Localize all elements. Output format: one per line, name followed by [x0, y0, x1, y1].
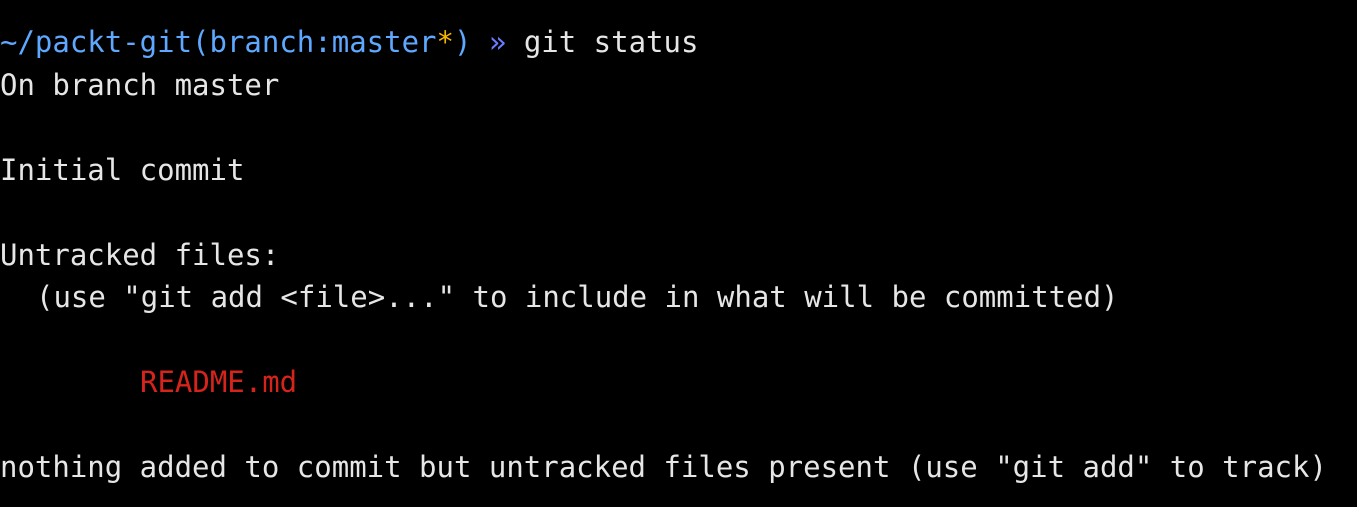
- output-line-branch: On branch master: [0, 67, 280, 102]
- output-line-initial-commit: Initial commit: [0, 152, 245, 187]
- prompt-separator-line: - - - - - - - - - - - - - - - - - - - - …: [0, 0, 1050, 12]
- prompt-line: ~/packt-git(branch:master*) » git status: [0, 21, 1357, 64]
- dirty-marker: *: [436, 25, 454, 59]
- output-line-blank: [0, 106, 1357, 149]
- command-text: git status: [523, 25, 699, 59]
- output-line-blank: [0, 404, 1357, 447]
- output-line-blank: [0, 319, 1357, 362]
- untracked-file-readme: README.md: [140, 365, 298, 399]
- output-line-summary: nothing added to commit but untracked fi…: [0, 450, 1327, 484]
- output-line-blank: [0, 191, 1357, 234]
- prompt-arrow: »: [471, 25, 524, 59]
- terminal-window[interactable]: - - - - - - - - - - - - - - - - - - - - …: [0, 0, 1357, 507]
- output-line-untracked-header: Untracked files:: [0, 237, 280, 272]
- terminal-output: ~/packt-git(branch:master*) » git status…: [0, 21, 1357, 489]
- prompt-path-close: ): [453, 25, 472, 59]
- prompt-path: ~/packt-git(branch:master: [0, 25, 437, 59]
- output-line-hint: (use "git add <file>..." to include in w…: [36, 280, 1119, 314]
